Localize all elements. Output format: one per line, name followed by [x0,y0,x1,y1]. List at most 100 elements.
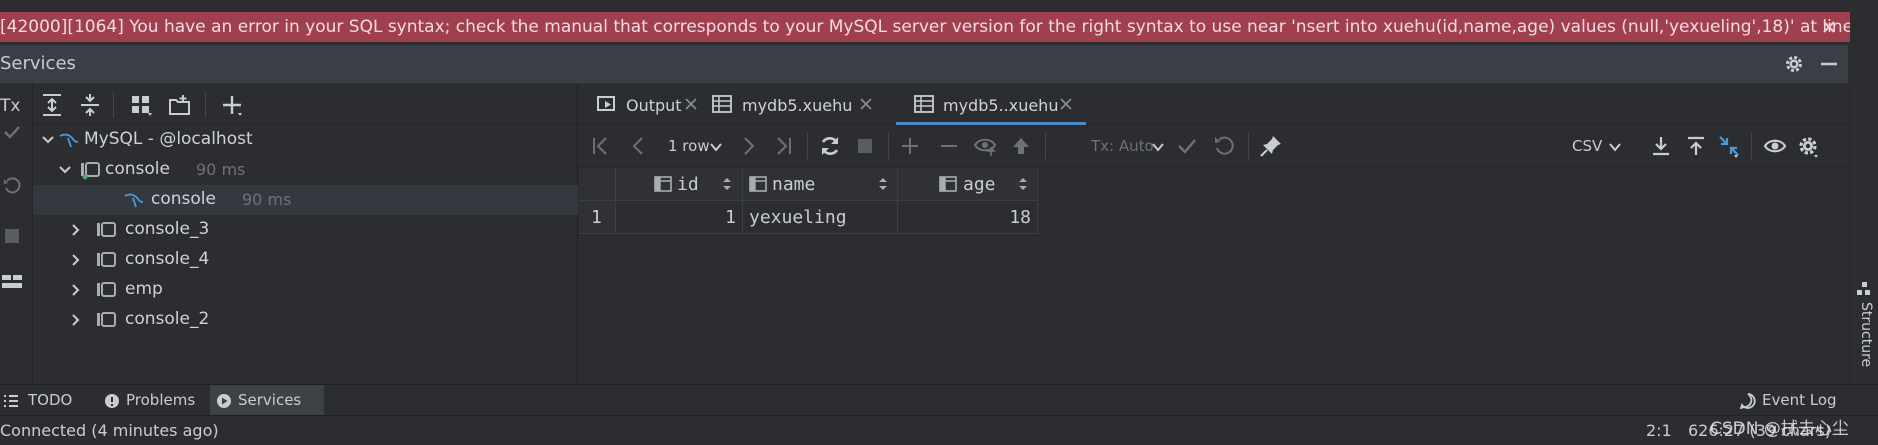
add-row-icon[interactable] [898,134,922,158]
last-page-icon[interactable] [771,134,795,158]
stop-icon[interactable] [3,227,21,245]
grid-toolbar: 1 row Tx: Auto CSV [579,125,1848,167]
tab-mydb5-xuehu[interactable]: mydb5.xuehu [712,84,896,125]
rollback-icon[interactable] [1212,134,1236,158]
column-header-age[interactable]: age [898,168,1038,201]
chevron-right-icon[interactable] [69,253,83,267]
structure-tool-window[interactable]: Structure [1849,84,1878,384]
tree-item-mysql-localhost[interactable]: MySQL - @localhost [33,125,578,155]
gear-icon[interactable] [1783,53,1805,75]
column-header-name[interactable]: name [743,168,898,201]
submit-icon[interactable] [1009,134,1033,158]
tree-item-label: console_2 [125,309,210,329]
top-strip [0,0,1878,12]
chevron-down-icon[interactable] [710,143,722,152]
minimize-icon[interactable] [1818,53,1840,75]
tab-todo[interactable]: TODO [0,385,84,416]
new-group-icon[interactable] [167,92,193,118]
tree-item-duration: 90 ms [242,190,292,209]
stop-icon[interactable] [853,134,877,158]
cell-age[interactable]: 18 [898,201,1038,234]
compare-icon[interactable] [1717,134,1741,158]
commit-icon[interactable] [2,122,22,142]
tab-label: Output [626,96,682,115]
download-icon[interactable] [1649,134,1673,158]
commit-icon[interactable] [1175,134,1199,158]
tab-output[interactable]: Output [579,84,712,125]
tree-item-label: console [151,189,216,209]
caret-position[interactable]: 2:1 [1646,421,1672,440]
tree-item-label: console_3 [125,219,210,239]
transaction-strip: Tx [0,84,33,384]
sort-icon[interactable] [1018,177,1028,191]
export-format-select[interactable]: CSV [1572,137,1602,155]
refresh-icon[interactable] [818,134,842,158]
tree-item-console-2[interactable]: console_2 [33,305,578,335]
group-by-icon[interactable] [129,92,155,118]
view-icon[interactable] [1763,134,1787,158]
chevron-right-icon[interactable] [69,283,83,297]
expand-all-icon[interactable] [39,92,65,118]
row-count-select[interactable]: 1 row [668,137,710,155]
tree-item-console-3[interactable]: console_3 [33,215,578,245]
output-icon [597,96,615,111]
pin-icon[interactable] [1259,134,1283,158]
toolbar-separator [888,133,889,159]
settings-icon[interactable] [1796,134,1820,158]
close-icon[interactable] [1820,18,1838,36]
upload-icon[interactable] [1684,134,1708,158]
chevron-down-icon[interactable] [58,163,72,177]
layout-icon[interactable] [1,274,23,290]
tab-services[interactable]: Services [210,385,324,416]
results-pane: Output mydb5.xuehu mydb5..xuehu 1 row Tx… [579,84,1848,384]
column-name: age [963,174,996,195]
chevron-down-icon[interactable] [1152,143,1164,152]
list-icon [4,395,18,407]
cell-id[interactable]: 1 [616,201,743,234]
toolbar-separator [807,133,808,159]
preview-changes-icon[interactable] [973,134,997,158]
row-number[interactable]: 1 [579,201,616,234]
rollback-icon[interactable] [2,176,22,196]
tx-mode-select[interactable]: Tx: Auto [1091,137,1154,155]
toolbar-separator [205,92,206,118]
chevron-right-icon[interactable] [69,313,83,327]
chevron-down-icon[interactable] [41,133,55,147]
collapse-all-icon[interactable] [77,92,103,118]
info-icon [105,394,119,408]
console-icon [97,222,116,237]
tree-item-console-group[interactable]: console 90 ms [33,155,578,185]
tab-event-log[interactable]: Event Log [1734,385,1874,416]
close-icon[interactable] [860,98,872,110]
close-icon[interactable] [1060,98,1072,110]
cell-name[interactable]: yexueling [743,201,898,234]
table-icon [914,95,934,113]
connection-status: Connected (4 minutes ago) [0,421,219,440]
toolbar-separator [1248,133,1249,159]
tree-item-console-session[interactable]: console 90 ms [33,185,578,215]
tree-item-console-4[interactable]: console_4 [33,245,578,275]
tab-mydb5-xuehu-active[interactable]: mydb5..xuehu [896,84,1086,125]
tx-label[interactable]: Tx [0,96,20,116]
close-icon[interactable] [685,98,697,110]
previous-page-icon[interactable] [627,134,651,158]
tab-label: Services [238,391,302,409]
next-page-icon[interactable] [736,134,760,158]
column-header-id[interactable]: id [616,168,743,201]
tab-problems[interactable]: Problems [98,385,208,416]
toolbar-separator [113,92,114,118]
first-page-icon[interactable] [589,134,613,158]
tree-toolbar [33,84,578,125]
sort-icon[interactable] [722,177,732,191]
watermark: CSDN @拭去心尘 [1710,419,1849,439]
tree-item-emp[interactable]: emp [33,275,578,305]
toolbar-separator [1045,133,1046,159]
delete-row-icon[interactable] [937,134,961,158]
tab-label: Problems [126,391,196,409]
sort-icon[interactable] [878,177,888,191]
tab-label: TODO [28,391,73,409]
column-icon [654,176,672,192]
chevron-right-icon[interactable] [69,223,83,237]
chevron-down-icon[interactable] [1609,143,1621,152]
add-icon[interactable] [219,92,245,118]
